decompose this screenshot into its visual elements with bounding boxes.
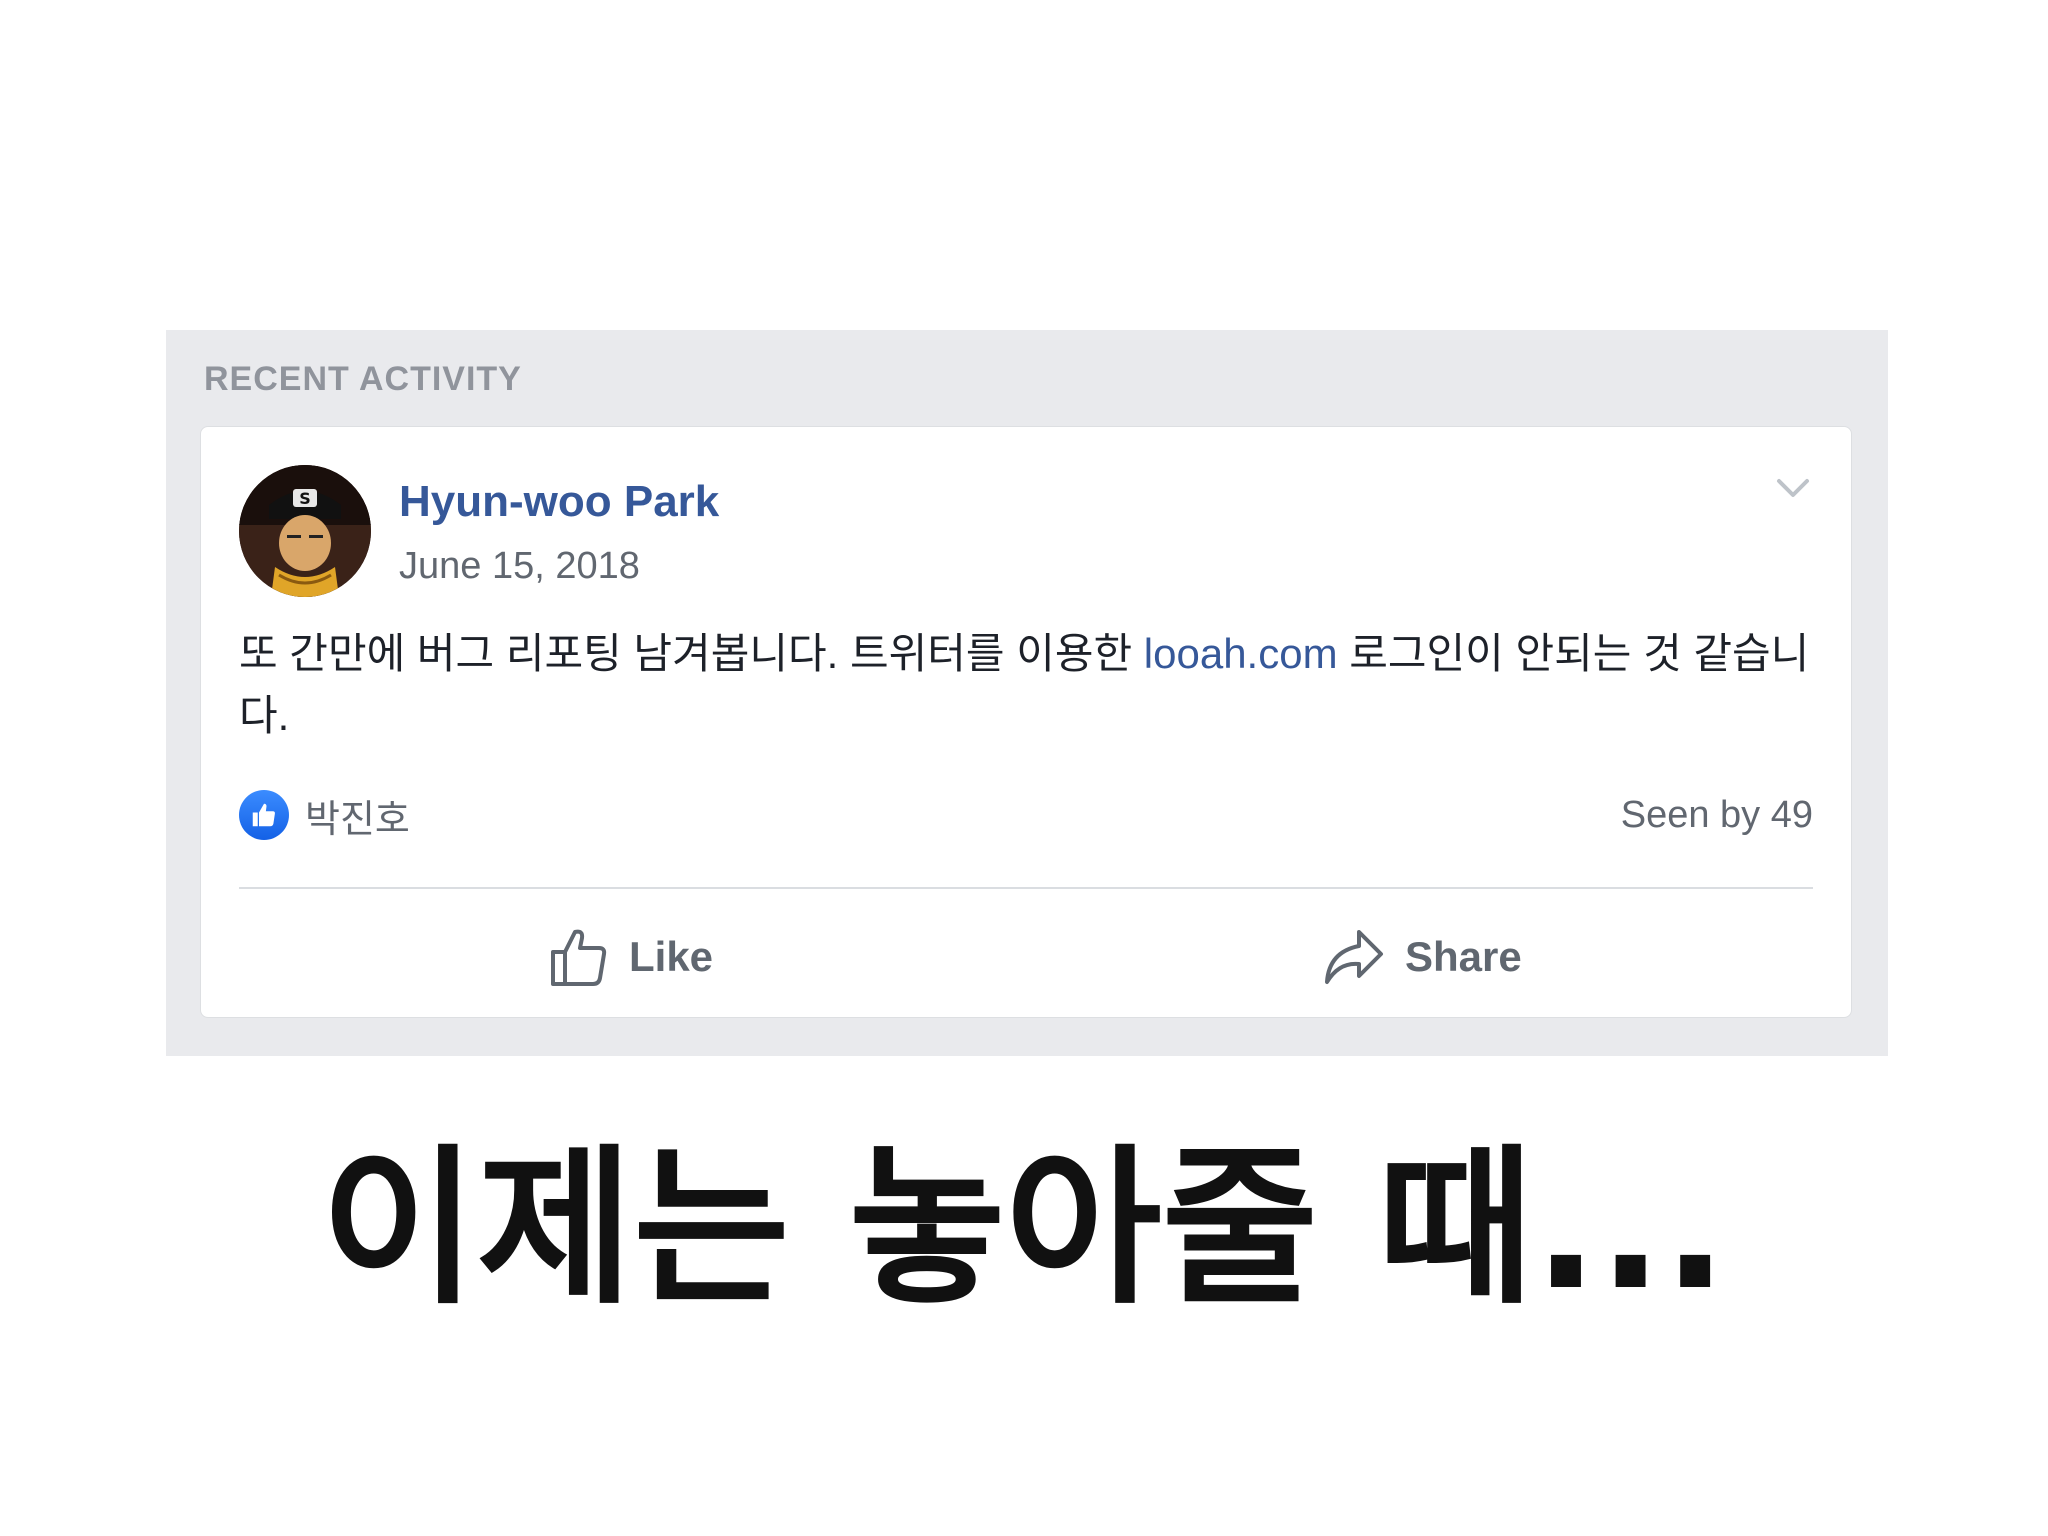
thumbs-up-icon bbox=[239, 790, 289, 840]
section-title: RECENT ACTIVITY bbox=[204, 360, 522, 398]
avatar-image: S bbox=[239, 465, 371, 597]
reactor-name[interactable]: 박진호 bbox=[305, 788, 410, 843]
like-label: Like bbox=[629, 933, 714, 980]
chevron-down-icon[interactable] bbox=[1773, 473, 1813, 503]
post-text: 또 간만에 버그 리포팅 남겨봅니다. 트위터를 이용한 looah.com 로… bbox=[239, 623, 1819, 747]
share-arrow-icon bbox=[1325, 930, 1383, 984]
reactions-summary[interactable]: 박진호 bbox=[239, 789, 410, 841]
divider bbox=[239, 887, 1813, 889]
author-name[interactable]: Hyun-woo Park bbox=[399, 477, 719, 527]
recent-activity-panel: RECENT ACTIVITY S Hyun-woo Park June 15,… bbox=[166, 330, 1888, 1056]
share-label: Share bbox=[1405, 933, 1522, 980]
share-button[interactable]: Share bbox=[1323, 917, 1522, 997]
post-date[interactable]: June 15, 2018 bbox=[399, 545, 640, 588]
post-card: S Hyun-woo Park June 15, 2018 또 간만에 버그 리… bbox=[200, 426, 1852, 1018]
thumbs-up-outline-icon bbox=[551, 929, 607, 986]
post-text-part: 또 간만에 버그 리포팅 남겨봅니다. 트위터를 이용한 bbox=[239, 630, 1144, 677]
like-button[interactable]: Like bbox=[549, 917, 713, 997]
svg-text:S: S bbox=[299, 489, 311, 508]
post-link[interactable]: looah.com bbox=[1144, 630, 1338, 677]
seen-by-count[interactable]: Seen by 49 bbox=[1621, 789, 1813, 841]
caption-text: 이제는 놓아줄 때... bbox=[320, 1130, 1728, 1328]
avatar[interactable]: S bbox=[239, 465, 371, 597]
